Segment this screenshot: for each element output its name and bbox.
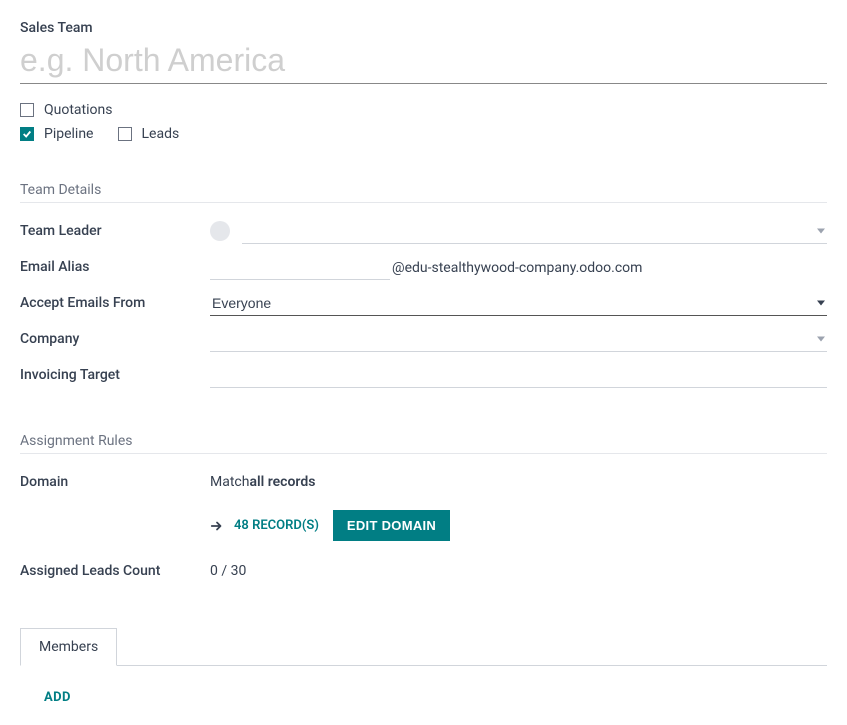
option-row-quotations: Quotations xyxy=(20,102,827,118)
edit-domain-button[interactable]: EDIT DOMAIN xyxy=(333,510,450,541)
form-title-label: Sales Team xyxy=(20,20,827,36)
row-team-leader: Team Leader xyxy=(20,213,827,249)
team-leader-label: Team Leader xyxy=(20,223,210,239)
email-alias-suffix: @edu-stealthywood-company.odoo.com xyxy=(392,260,642,276)
row-assigned-leads: Assigned Leads Count 0 / 30 xyxy=(20,553,827,589)
quotations-label: Quotations xyxy=(44,102,112,118)
accept-emails-label: Accept Emails From xyxy=(20,295,210,311)
company-input[interactable] xyxy=(210,327,827,352)
invoicing-target-input[interactable] xyxy=(210,363,827,388)
records-count-text: 48 RECORD(S) xyxy=(234,518,319,533)
domain-label: Domain xyxy=(20,474,210,490)
records-link[interactable]: 48 RECORD(S) xyxy=(210,518,319,533)
assigned-leads-value: 0 / 30 xyxy=(210,563,827,579)
assigned-leads-label: Assigned Leads Count xyxy=(20,563,210,579)
row-email-alias: Email Alias @edu-stealthywood-company.od… xyxy=(20,249,827,285)
add-button[interactable]: ADD xyxy=(44,690,71,705)
avatar-icon xyxy=(210,221,230,241)
invoicing-target-label: Invoicing Target xyxy=(20,367,210,383)
checkmark-icon xyxy=(22,129,32,139)
leads-checkbox[interactable] xyxy=(118,127,132,141)
domain-match-value: all records xyxy=(249,474,315,490)
sales-team-form: Sales Team Quotations Pipeline Leads Tea… xyxy=(20,20,827,705)
email-alias-label: Email Alias xyxy=(20,259,210,275)
quotations-checkbox[interactable] xyxy=(20,103,34,117)
pipeline-checkbox[interactable] xyxy=(20,127,34,141)
email-alias-input[interactable] xyxy=(210,255,390,280)
company-label: Company xyxy=(20,331,210,347)
row-invoicing-target: Invoicing Target xyxy=(20,357,827,393)
tab-members[interactable]: Members xyxy=(20,628,117,666)
accept-emails-select[interactable] xyxy=(210,291,827,316)
tabs: Members xyxy=(20,627,827,666)
option-row-pipeline-leads: Pipeline Leads xyxy=(20,126,827,142)
section-assignment-rules: Assignment Rules xyxy=(20,433,827,454)
row-accept-emails: Accept Emails From xyxy=(20,285,827,321)
row-company: Company xyxy=(20,321,827,357)
pipeline-label: Pipeline xyxy=(44,126,94,142)
team-leader-input[interactable] xyxy=(242,219,827,244)
leads-label: Leads xyxy=(142,126,180,142)
arrow-right-icon xyxy=(210,519,224,533)
row-domain: Domain Match all records xyxy=(20,464,827,500)
row-records-actions: 48 RECORD(S) EDIT DOMAIN xyxy=(20,510,827,541)
team-name-input[interactable] xyxy=(20,38,827,84)
section-team-details: Team Details xyxy=(20,182,827,203)
domain-match-prefix: Match xyxy=(210,474,249,490)
